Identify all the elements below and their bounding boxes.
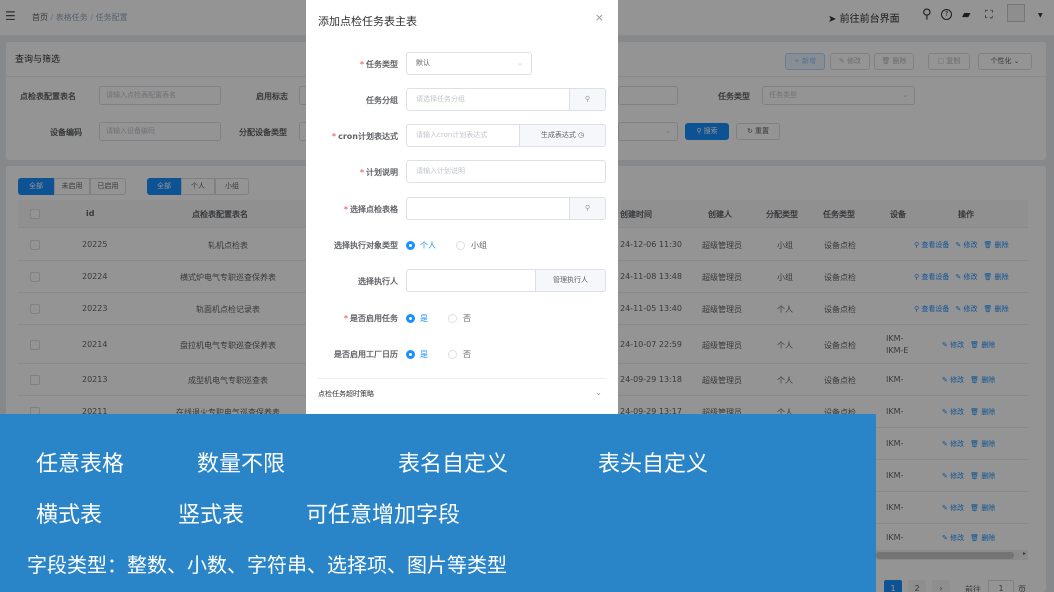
enable-yes-label[interactable]: 是 xyxy=(420,313,428,324)
calendar-no-radio[interactable] xyxy=(448,350,457,359)
banner-unlimited: 数量不限 xyxy=(197,452,286,477)
form-select-input[interactable]: ⚲ xyxy=(406,197,606,220)
add-task-dialog: 添加点检任务表主表 × * 任务类型 默认 ⌄ 任务分组 请选择任务分组 ⚲ * cro… xyxy=(306,0,618,414)
generate-expression-button[interactable]: 生成表达式 ◷ xyxy=(519,125,605,146)
chevron-down-icon[interactable]: ⌄ xyxy=(595,388,602,397)
banner-custom-name: 表名自定义 xyxy=(398,452,509,477)
task-group-label: 任务分组 xyxy=(366,96,398,105)
form-select-label: * 选择点检表格 xyxy=(343,205,398,214)
enable-no-label[interactable]: 否 xyxy=(463,313,471,324)
executor-input[interactable]: 管理执行人 xyxy=(406,269,606,292)
feature-banner: 任意表格 数量不限 表名自定义 表头自定义 横式表 竖式表 可任意增加字段 字段… xyxy=(0,414,876,592)
enable-yes-radio[interactable] xyxy=(406,314,415,323)
timeout-section-header[interactable]: 点检任务超时策略 xyxy=(318,389,374,399)
banner-horizontal: 横式表 xyxy=(36,503,103,528)
cron-label: * cron计划表达式 xyxy=(331,132,398,141)
enable-task-label: * 是否启用任务 xyxy=(343,314,398,323)
task-type-select[interactable]: 默认 ⌄ xyxy=(406,52,532,75)
exec-type-personal-label[interactable]: 个人 xyxy=(420,240,436,251)
task-type-label: * 任务类型 xyxy=(359,60,398,69)
plan-desc-label: * 计划说明 xyxy=(359,168,398,177)
cron-input[interactable]: 请输入cron计划表达式 生成表达式 ◷ xyxy=(406,124,606,147)
plan-desc-input[interactable]: 请输入计划说明 xyxy=(406,160,606,183)
banner-any-table: 任意表格 xyxy=(36,452,125,477)
calendar-label: 是否启用工厂日历 xyxy=(334,350,398,359)
close-icon[interactable]: × xyxy=(595,11,604,24)
form-search-icon[interactable]: ⚲ xyxy=(569,198,605,219)
banner-custom-header: 表头自定义 xyxy=(598,452,709,477)
task-group-search-icon[interactable]: ⚲ xyxy=(569,89,605,110)
enable-no-radio[interactable] xyxy=(448,314,457,323)
calendar-yes-label[interactable]: 是 xyxy=(420,349,428,360)
banner-vertical: 竖式表 xyxy=(178,503,245,528)
banner-field-types: 字段类型：整数、小数、字符串、选择项、图片等类型 xyxy=(27,553,507,577)
task-group-input[interactable]: 请选择任务分组 ⚲ xyxy=(406,88,606,111)
exec-type-personal-radio[interactable] xyxy=(406,241,415,250)
executor-label: 选择执行人 xyxy=(358,277,398,286)
exec-type-label: 选择执行对象类型 xyxy=(334,241,398,250)
banner-add-fields: 可任意增加字段 xyxy=(306,503,461,528)
exec-type-group-label[interactable]: 小组 xyxy=(471,240,487,251)
calendar-no-label[interactable]: 否 xyxy=(463,349,471,360)
exec-type-group-radio[interactable] xyxy=(456,241,465,250)
calendar-yes-radio[interactable] xyxy=(406,350,415,359)
dialog-title: 添加点检任务表主表 xyxy=(318,15,417,28)
manage-executor-button[interactable]: 管理执行人 xyxy=(535,270,605,291)
